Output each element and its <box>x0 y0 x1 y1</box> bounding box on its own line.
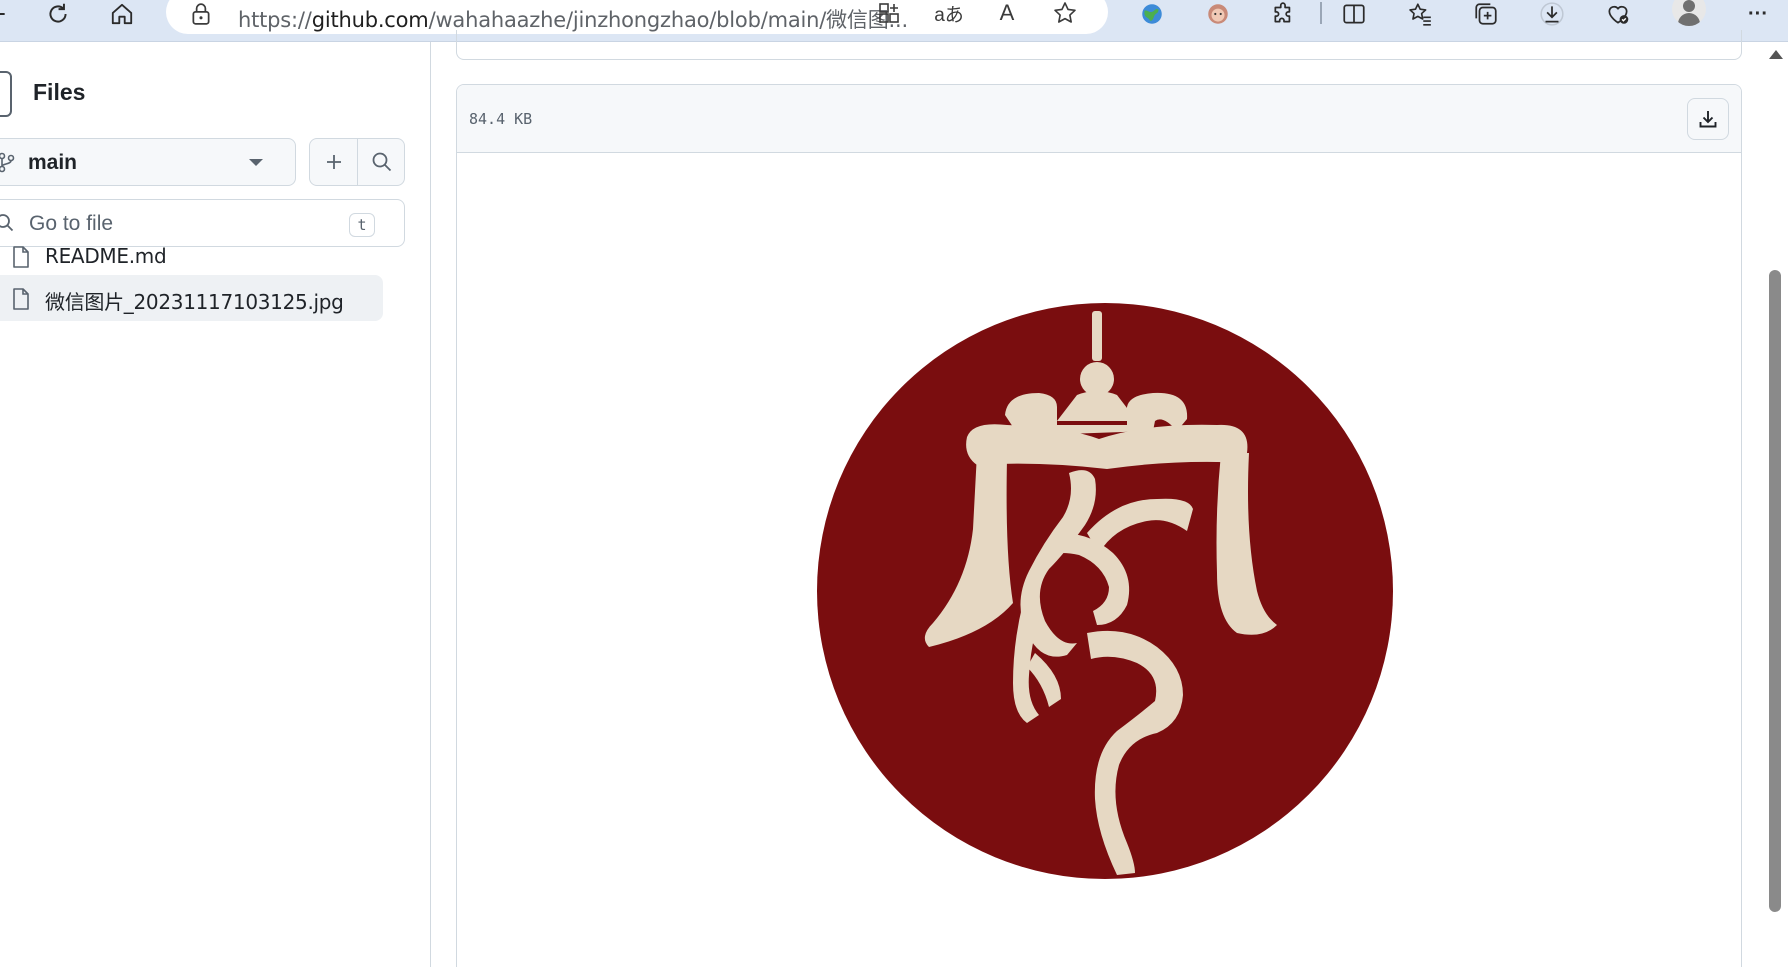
avatar-body <box>1678 13 1700 26</box>
address-bar[interactable]: https://github.com/wahahaazhe/jinzhongzh… <box>166 0 1108 34</box>
branch-selector[interactable]: main <box>0 138 296 186</box>
url-path: /wahahaazhe/jinzhongzhao/blob/main/微信图..… <box>428 8 909 32</box>
refresh-button[interactable] <box>40 0 76 28</box>
tree-item-label: README.md <box>45 244 167 268</box>
file-viewer: 84.4 KB <box>456 84 1742 967</box>
collections-icon[interactable] <box>1468 0 1504 28</box>
previous-panel-edge <box>456 30 1742 60</box>
download-button[interactable] <box>1687 98 1729 140</box>
favorite-star-icon[interactable] <box>1050 0 1080 28</box>
tree-actions <box>309 138 405 186</box>
translate-icon[interactable]: aあ <box>934 0 964 28</box>
favorites-icon[interactable] <box>1402 0 1438 28</box>
url-host: github.com <box>311 8 429 32</box>
git-branch-icon <box>0 152 15 173</box>
download-icon <box>1699 111 1717 128</box>
search-icon <box>372 152 391 172</box>
back-button[interactable] <box>0 0 14 28</box>
tree-item-readme[interactable]: README.md <box>0 233 383 279</box>
extension-monkey-icon[interactable] <box>1200 0 1236 28</box>
read-aloud-icon[interactable]: A <box>992 0 1022 28</box>
plus-icon <box>326 155 341 169</box>
file-size: 84.4 KB <box>469 110 533 128</box>
search-icon <box>0 214 14 232</box>
toolbar-divider <box>1320 2 1322 24</box>
avatar-head <box>1683 0 1695 12</box>
tree-item-label: 微信图片_20231117103125.jpg <box>45 290 344 314</box>
scroll-up-arrow-icon[interactable] <box>1769 50 1783 59</box>
refresh-icon <box>49 3 67 23</box>
back-arrow-icon <box>0 13 5 15</box>
page-scrollbar[interactable] <box>1764 42 1788 967</box>
seal-logo-image <box>817 303 1393 879</box>
extensions-puzzle-icon[interactable] <box>1266 0 1302 28</box>
file-icon <box>13 288 29 310</box>
home-icon <box>111 3 133 25</box>
extension-globe-icon[interactable] <box>1134 0 1170 28</box>
chevron-down-icon <box>249 159 263 166</box>
home-button[interactable] <box>104 0 140 28</box>
browser-essentials-icon[interactable] <box>1600 0 1636 28</box>
lock-icon[interactable] <box>190 2 212 26</box>
sidebar-collapse-icon[interactable] <box>0 71 12 117</box>
split-screen-icon[interactable] <box>1336 0 1372 28</box>
app-grid-icon[interactable] <box>874 0 904 28</box>
scrollbar-thumb[interactable] <box>1769 270 1781 912</box>
search-code-button[interactable] <box>358 139 405 185</box>
sidebar-title: Files <box>33 79 86 105</box>
more-menu-icon[interactable]: ··· <box>1740 0 1776 28</box>
add-file-button[interactable] <box>310 139 357 185</box>
file-icon <box>13 246 29 268</box>
file-header: 84.4 KB <box>457 85 1741 153</box>
profile-avatar-icon[interactable] <box>1672 0 1706 26</box>
url-prefix: https:// <box>238 8 312 32</box>
branch-name: main <box>28 151 78 174</box>
downloads-icon[interactable] <box>1534 0 1570 28</box>
file-tree-sidebar: Files main Go to file t README.md 微信图片_2… <box>0 42 431 967</box>
tree-item-image-file[interactable]: 微信图片_20231117103125.jpg <box>0 275 383 321</box>
image-preview-area <box>457 154 1741 967</box>
